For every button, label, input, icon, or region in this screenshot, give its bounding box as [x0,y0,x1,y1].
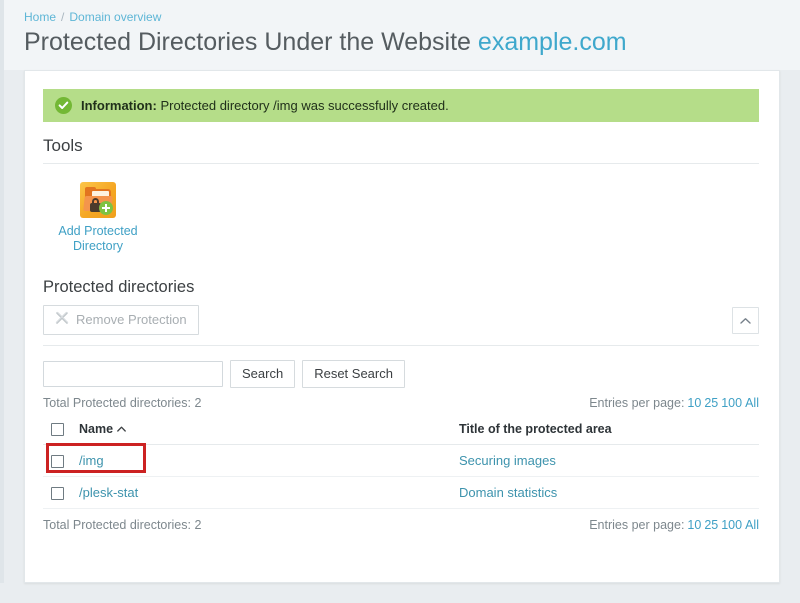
tool-label-line1[interactable]: Add Protected [43,224,153,239]
search-button[interactable]: Search [230,360,295,388]
list-heading: Protected directories [43,278,759,297]
total-count-bottom: Total Protected directories: 2 [43,518,201,532]
entries-per-page-100[interactable]: 100 [721,518,742,532]
entries-per-page-25[interactable]: 25 [704,518,718,532]
entries-per-page-bottom: Entries per page:1025100All [589,518,759,532]
page-title-domain[interactable]: example.com [478,28,627,56]
search-row: Search Reset Search [43,360,759,388]
plus-badge-icon [99,201,113,215]
breadcrumb-item-home[interactable]: Home [24,10,56,24]
tool-label-line2[interactable]: Directory [43,239,153,254]
info-alert: Information: Protected directory /img wa… [43,89,759,122]
entries-per-page-label: Entries per page: [589,396,684,410]
alert-text: Information: Protected directory /img wa… [81,98,449,113]
row-checkbox-cell [43,445,75,477]
tool-add-protected-directory[interactable]: Add Protected Directory [43,182,153,254]
table-row[interactable]: /img Securing images [43,445,759,477]
select-all-header [43,418,75,445]
entries-per-page-25[interactable]: 25 [704,396,718,410]
protected-directories-table: Name Title of the protected area /img Se… [43,418,759,509]
row-name-link[interactable]: /plesk-stat [79,485,138,500]
row-checkbox-cell [43,477,75,509]
column-header-name[interactable]: Name [75,418,455,445]
entries-per-page-10[interactable]: 10 [687,518,701,532]
main-card: Information: Protected directory /img wa… [24,70,780,583]
check-circle-icon [55,97,72,114]
entries-per-page-label: Entries per page: [589,518,684,532]
row-name-cell: /plesk-stat [75,477,455,509]
column-header-name-label: Name [79,422,113,436]
row-title-cell: Securing images [455,445,759,477]
row-title-cell: Domain statistics [455,477,759,509]
entries-per-page-top: Entries per page:1025100All [589,396,759,410]
tools-heading: Tools [43,136,759,156]
collapse-section-button[interactable] [732,307,759,334]
column-header-title[interactable]: Title of the protected area [455,418,759,445]
row-checkbox[interactable] [51,455,64,468]
total-count-top: Total Protected directories: 2 [43,396,201,410]
row-checkbox[interactable] [51,487,64,500]
list-meta-top: Total Protected directories: 2 Entries p… [43,396,759,410]
entries-per-page-100[interactable]: 100 [721,396,742,410]
entries-per-page-all[interactable]: All [745,518,759,532]
search-input[interactable] [43,361,223,387]
entries-per-page-all[interactable]: All [745,396,759,410]
row-title-link[interactable]: Domain statistics [459,485,557,500]
row-name-link[interactable]: /img [79,453,104,468]
alert-label: Information: [81,98,157,113]
page-title-text: Protected Directories Under the Website [24,28,471,56]
table-body: /img Securing images /plesk-stat Domain … [43,445,759,509]
alert-message: Protected directory /img was successfull… [157,98,449,113]
remove-protection-label: Remove Protection [76,312,187,328]
list-toolbar: Remove Protection [43,305,759,346]
row-title-link[interactable]: Securing images [459,453,556,468]
remove-protection-icon [55,311,69,329]
add-protected-directory-icon [80,182,116,218]
breadcrumb: Home / Domain overview [24,10,800,24]
tools-list: Add Protected Directory [43,174,759,260]
page-header: Home / Domain overview Protected Directori… [0,0,800,70]
table-row[interactable]: /plesk-stat Domain statistics [43,477,759,509]
breadcrumb-separator: / [61,10,64,24]
tools-divider [43,163,759,164]
page-title: Protected Directories Under the Website … [24,26,800,58]
select-all-checkbox[interactable] [51,423,64,436]
row-name-cell: /img [75,445,455,477]
table-header-row: Name Title of the protected area [43,418,759,445]
breadcrumb-item-domain-overview[interactable]: Domain overview [69,10,161,24]
chevron-up-icon [740,313,751,328]
remove-protection-button[interactable]: Remove Protection [43,305,199,335]
list-meta-bottom: Total Protected directories: 2 Entries p… [43,518,759,532]
content-wrapper: Information: Protected directory /img wa… [0,70,800,583]
sort-ascending-icon [117,424,126,435]
reset-search-button[interactable]: Reset Search [302,360,405,388]
entries-per-page-10[interactable]: 10 [687,396,701,410]
